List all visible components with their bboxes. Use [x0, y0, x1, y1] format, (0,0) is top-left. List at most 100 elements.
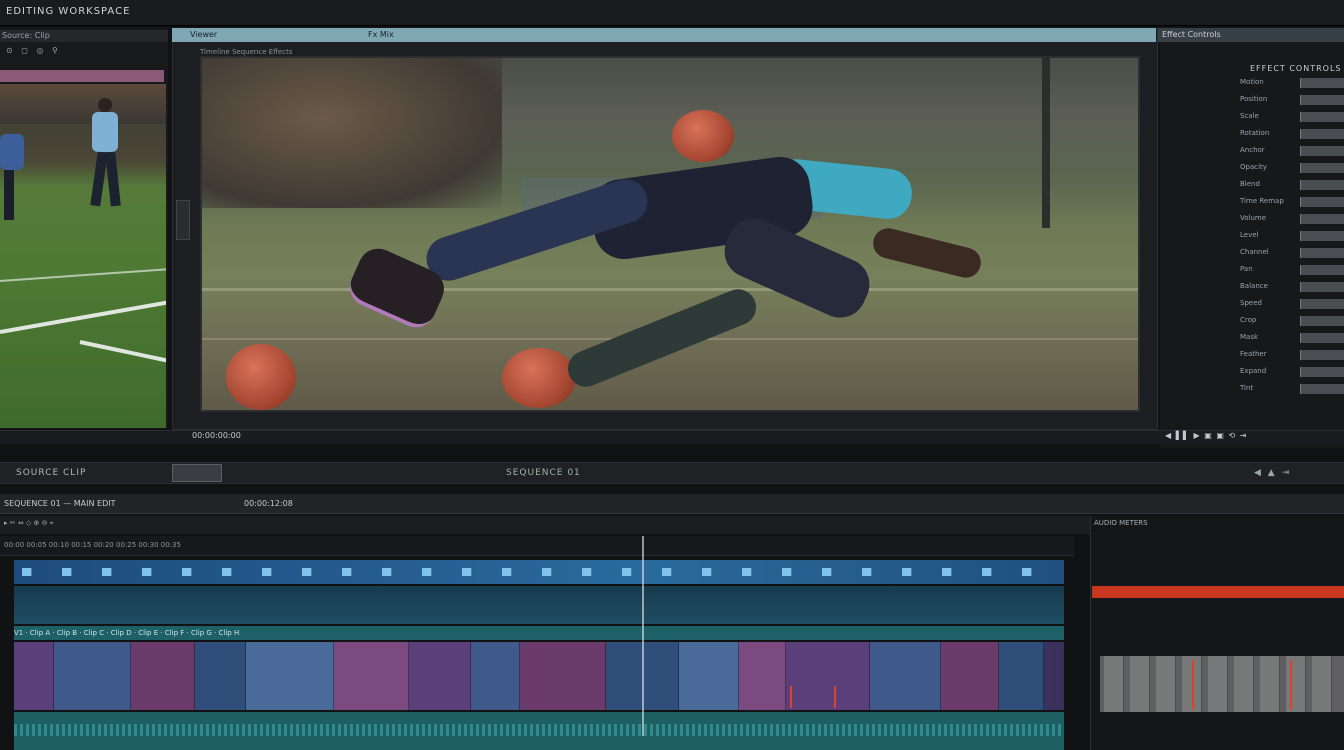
transport-controls[interactable]: ◀ ▌▌ ▶ ▣ ▣ ⟲ ⇥ — [1165, 431, 1247, 440]
cut-marker[interactable] — [790, 686, 792, 708]
clip-marker[interactable] — [702, 568, 712, 576]
timeline-clip[interactable] — [131, 642, 195, 710]
timeline-clip[interactable] — [941, 642, 999, 710]
program-subtabs[interactable]: Timeline Sequence Effects — [200, 48, 293, 56]
clip-marker[interactable] — [982, 568, 992, 576]
effect-row-value[interactable] — [1300, 146, 1344, 156]
effect-row[interactable]: Expand — [1240, 367, 1344, 377]
effect-row-value[interactable] — [1300, 282, 1344, 292]
clip-marker[interactable] — [302, 568, 312, 576]
effect-controls-tab[interactable]: Effect Controls — [1158, 28, 1344, 42]
effect-row[interactable]: Volume — [1240, 214, 1344, 224]
effect-row[interactable]: Feather — [1240, 350, 1344, 360]
audio-track-a1[interactable] — [14, 712, 1064, 750]
timeline-clip[interactable] — [334, 642, 409, 710]
clip-marker[interactable] — [342, 568, 352, 576]
timeline-clip[interactable] — [870, 642, 941, 710]
effect-row-value[interactable] — [1300, 197, 1344, 207]
clip-marker[interactable] — [462, 568, 472, 576]
source-tool-icon[interactable]: ◻ — [21, 44, 28, 58]
clip-marker[interactable] — [822, 568, 832, 576]
effect-row[interactable]: Channel — [1240, 248, 1344, 258]
timeline-clip[interactable] — [999, 642, 1044, 710]
effect-row-value[interactable] — [1300, 299, 1344, 309]
clip-marker[interactable] — [502, 568, 512, 576]
clip-marker[interactable] — [622, 568, 632, 576]
clip-marker[interactable] — [902, 568, 912, 576]
timeline-clip[interactable] — [14, 642, 54, 710]
strip-icons[interactable]: ◀ ▲ ⇥ — [1254, 468, 1291, 478]
timeline-clip[interactable] — [786, 642, 870, 710]
effect-row-value[interactable] — [1300, 214, 1344, 224]
effect-row-value[interactable] — [1300, 180, 1344, 190]
clip-marker[interactable] — [742, 568, 752, 576]
clip-marker[interactable] — [262, 568, 272, 576]
cut-marker[interactable] — [834, 686, 836, 708]
effect-row[interactable]: Balance — [1240, 282, 1344, 292]
effect-row-value[interactable] — [1300, 231, 1344, 241]
program-timecode[interactable]: 00:00:00:00 — [192, 431, 241, 440]
source-tool-icon[interactable]: ⚲ — [52, 44, 58, 58]
clip-marker[interactable] — [942, 568, 952, 576]
effect-row-value[interactable] — [1300, 333, 1344, 343]
clip-marker[interactable] — [1022, 568, 1032, 576]
clip-thumbnail[interactable] — [172, 464, 222, 482]
effect-row[interactable]: Speed — [1240, 299, 1344, 309]
video-track-v3[interactable] — [14, 560, 1064, 584]
effect-row-value[interactable] — [1300, 350, 1344, 360]
effect-row-value[interactable] — [1300, 384, 1344, 394]
playhead[interactable] — [642, 536, 644, 736]
source-monitor-tab[interactable]: Source: Clip — [0, 30, 168, 42]
source-video-frame[interactable] — [0, 84, 166, 428]
clip-marker[interactable] — [582, 568, 592, 576]
effect-row[interactable]: Motion — [1240, 78, 1344, 88]
clip-marker[interactable] — [102, 568, 112, 576]
effect-row[interactable]: Position — [1240, 95, 1344, 105]
timeline-clip[interactable] — [679, 642, 739, 710]
clip-marker[interactable] — [142, 568, 152, 576]
source-tool-icon[interactable]: ◎ — [36, 44, 43, 58]
effect-row-value[interactable] — [1300, 163, 1344, 173]
effect-row-value[interactable] — [1300, 367, 1344, 377]
clip-marker[interactable] — [422, 568, 432, 576]
effect-row[interactable]: Crop — [1240, 316, 1344, 326]
effect-row[interactable]: Tint — [1240, 384, 1344, 394]
effect-row-value[interactable] — [1300, 112, 1344, 122]
effect-row[interactable]: Anchor — [1240, 146, 1344, 156]
clip-marker[interactable] — [182, 568, 192, 576]
clip-marker[interactable] — [62, 568, 72, 576]
video-track-v1[interactable] — [14, 642, 1064, 710]
effect-row[interactable]: Time Remap — [1240, 197, 1344, 207]
timeline-clip[interactable] — [739, 642, 786, 710]
effect-row-value[interactable] — [1300, 248, 1344, 258]
clip-marker[interactable] — [22, 568, 32, 576]
clip-marker[interactable] — [382, 568, 392, 576]
source-tool-icon[interactable]: ⊙ — [6, 44, 13, 58]
timeline-timecode[interactable]: 00:00:12:08 — [244, 499, 293, 508]
effect-row[interactable]: Pan — [1240, 265, 1344, 275]
sequence-name[interactable]: SEQUENCE 01 — MAIN EDIT — [4, 499, 116, 508]
effect-row-value[interactable] — [1300, 265, 1344, 275]
effect-row[interactable]: Scale — [1240, 112, 1344, 122]
effect-row[interactable]: Rotation — [1240, 129, 1344, 139]
video-track-v2[interactable] — [14, 586, 1064, 624]
program-side-handle[interactable] — [176, 200, 190, 240]
clip-marker[interactable] — [542, 568, 552, 576]
timeline-tools[interactable]: ▸ ✂ ⇔ ◇ ⊕ ⊖ ⌖ — [4, 519, 54, 528]
timeline-clip[interactable] — [246, 642, 334, 710]
effect-row[interactable]: Mask — [1240, 333, 1344, 343]
clip-marker[interactable] — [662, 568, 672, 576]
tab-viewer[interactable]: Viewer — [190, 30, 217, 39]
effect-row-value[interactable] — [1300, 95, 1344, 105]
program-video-frame[interactable] — [200, 56, 1140, 412]
effect-row-value[interactable] — [1300, 316, 1344, 326]
timeline-clip[interactable] — [195, 642, 246, 710]
clip-marker[interactable] — [862, 568, 872, 576]
timeline-clip[interactable] — [471, 642, 520, 710]
tab-fx-mix[interactable]: Fx Mix — [368, 30, 394, 39]
effect-row[interactable]: Blend — [1240, 180, 1344, 190]
effect-row-value[interactable] — [1300, 78, 1344, 88]
clip-marker[interactable] — [782, 568, 792, 576]
timeline-clip[interactable] — [520, 642, 606, 710]
clip-marker[interactable] — [222, 568, 232, 576]
